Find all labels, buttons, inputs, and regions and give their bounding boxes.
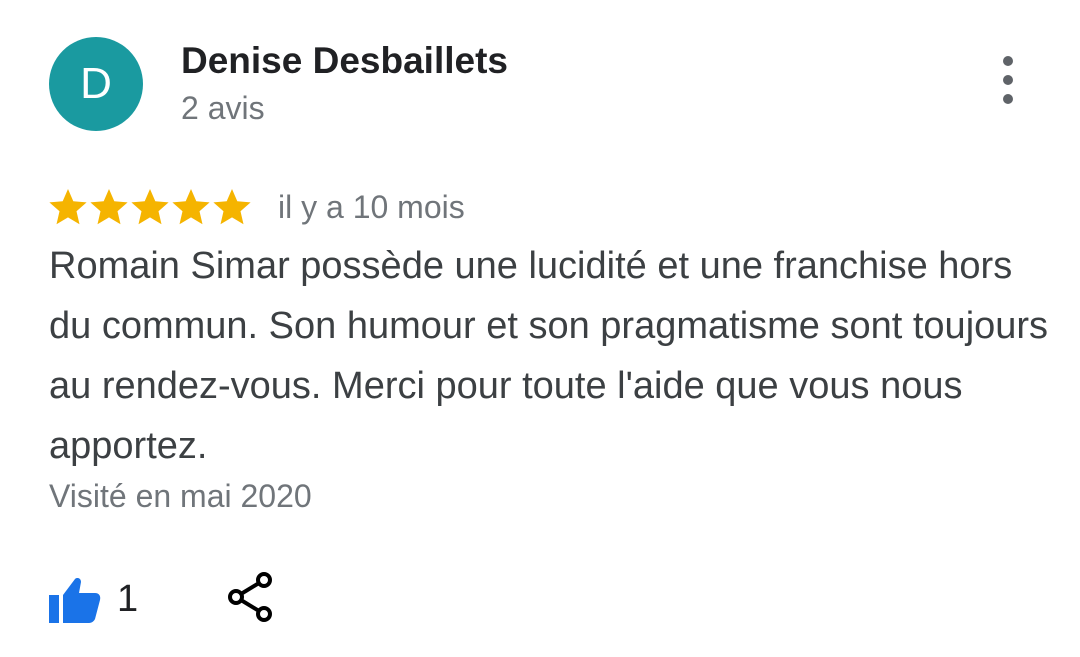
star-icon — [49, 189, 87, 225]
more-vert-icon-dot — [1003, 75, 1013, 85]
more-vert-icon-dot — [1003, 94, 1013, 104]
review-text: Romain Simar possède une lucidité et une… — [49, 245, 1049, 467]
avatar-initial: D — [80, 59, 112, 108]
visit-date: Visité en mai 2020 — [49, 478, 312, 514]
avatar[interactable]: D — [49, 37, 143, 131]
like-button[interactable]: 1 — [49, 573, 138, 625]
more-options-button[interactable] — [990, 56, 1026, 104]
more-vert-icon — [1003, 56, 1013, 66]
rating-row: il y a 10 mois — [48, 183, 465, 231]
star-icon — [131, 189, 169, 225]
author-review-count: 2 avis — [181, 90, 265, 126]
star-icon — [90, 189, 128, 225]
star-icon — [213, 189, 251, 225]
like-count: 1 — [117, 577, 139, 620]
share-icon — [228, 572, 272, 622]
star-rating — [48, 187, 253, 227]
share-button[interactable] — [226, 570, 274, 624]
star-icon — [172, 189, 210, 225]
review-time: il y a 10 mois — [278, 188, 465, 225]
thumbs-up-icon — [49, 578, 101, 623]
author-name[interactable]: Denise Desbaillets — [181, 40, 508, 82]
